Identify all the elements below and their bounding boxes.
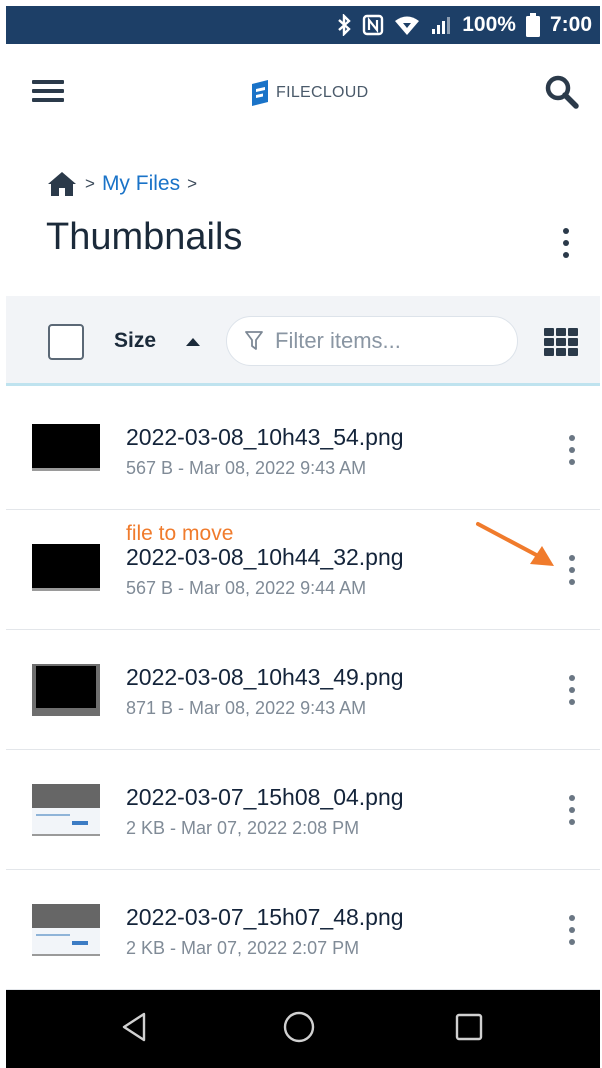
breadcrumb-separator: > <box>187 174 198 193</box>
signal-icon <box>430 15 452 35</box>
file-meta: 567 B - Mar 08, 2022 9:44 AM <box>126 578 367 598</box>
file-meta: 2 KB - Mar 07, 2022 2:08 PM <box>126 818 360 838</box>
file-row[interactable]: 2022-03-08_10h43_49.png 871 B - Mar 08, … <box>6 630 600 750</box>
back-icon[interactable] <box>118 1010 152 1044</box>
file-thumbnail <box>32 784 100 838</box>
app-header: FILECLOUD <box>6 44 600 140</box>
file-meta: 567 B - Mar 08, 2022 9:43 AM <box>126 458 367 478</box>
filter-icon <box>245 331 263 350</box>
file-name[interactable]: 2022-03-07_15h08_04.png <box>126 784 404 811</box>
home-icon[interactable] <box>46 170 78 198</box>
file-more-options-icon[interactable] <box>562 435 582 465</box>
breadcrumb-my-files[interactable]: My Files <box>102 172 180 196</box>
file-row[interactable]: 2022-03-07_15h07_48.png 2 KB - Mar 07, 2… <box>6 870 600 990</box>
system-nav-bar <box>6 990 600 1068</box>
battery-percent: 100% <box>462 13 516 36</box>
home-circle-icon[interactable] <box>282 1010 316 1044</box>
file-thumbnail <box>32 664 100 718</box>
file-thumbnail <box>32 904 100 958</box>
file-row[interactable]: 2022-03-08_10h43_54.png 567 B - Mar 08, … <box>6 390 600 510</box>
file-name[interactable]: 2022-03-07_15h07_48.png <box>126 904 404 931</box>
file-name[interactable]: 2022-03-08_10h44_32.png <box>126 544 404 571</box>
file-more-options-icon[interactable] <box>562 795 582 825</box>
hamburger-icon[interactable] <box>32 80 64 102</box>
file-thumbnail <box>32 424 100 478</box>
file-meta: 2 KB - Mar 07, 2022 2:07 PM <box>126 938 360 958</box>
file-more-options-icon[interactable] <box>562 675 582 705</box>
file-thumbnail <box>32 544 100 598</box>
filecloud-logo-icon <box>252 80 268 106</box>
breadcrumb-separator: > <box>85 174 95 193</box>
sort-by-label[interactable]: Size <box>114 329 156 353</box>
filter-input[interactable]: Filter items... <box>226 316 518 366</box>
battery-icon <box>525 13 540 37</box>
search-icon[interactable] <box>544 74 580 110</box>
page-title: Thumbnails <box>46 216 243 258</box>
sort-ascending-icon[interactable] <box>186 338 200 346</box>
grid-view-icon[interactable] <box>544 328 578 356</box>
filter-placeholder: Filter items... <box>275 328 401 353</box>
logo-text: FILECLOUD <box>276 84 369 101</box>
file-row[interactable]: 2022-03-07_15h08_04.png 2 KB - Mar 07, 2… <box>6 750 600 870</box>
clock: 7:00 <box>549 13 592 36</box>
list-toolbar: Size Filter items... <box>6 296 600 386</box>
annotation-note: file to move <box>126 522 234 545</box>
file-name[interactable]: 2022-03-08_10h43_54.png <box>126 424 404 451</box>
recents-icon[interactable] <box>452 1010 486 1044</box>
select-all-checkbox[interactable] <box>48 324 84 360</box>
nfc-icon <box>362 14 384 36</box>
folder-more-options-icon[interactable] <box>556 226 576 260</box>
status-bar: 100% 7:00 <box>6 6 600 44</box>
app-screen: 100% 7:00 FILECLOUD > My Files > Thumbna… <box>0 0 602 1068</box>
wifi-icon <box>394 14 420 36</box>
breadcrumb: > My Files > <box>46 170 204 198</box>
bluetooth-icon <box>336 14 352 36</box>
file-more-options-icon[interactable] <box>562 555 582 585</box>
file-more-options-icon[interactable] <box>562 915 582 945</box>
annotation-arrow-icon <box>476 522 554 566</box>
file-meta: 871 B - Mar 08, 2022 9:43 AM <box>126 698 367 718</box>
file-name[interactable]: 2022-03-08_10h43_49.png <box>126 664 404 691</box>
filecloud-logo: FILECLOUD <box>250 80 369 106</box>
